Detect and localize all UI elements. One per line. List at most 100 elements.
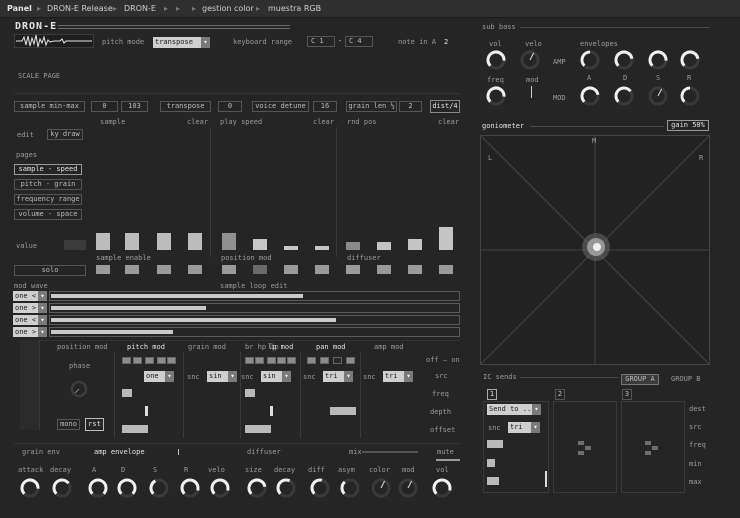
dist-button[interactable]: dist/4: [430, 100, 460, 113]
env-knob[interactable]: [149, 478, 169, 498]
enable-toggle[interactable]: [377, 265, 391, 274]
mix-slider[interactable]: [362, 451, 418, 453]
gain-button[interactable]: gain 50%: [667, 120, 709, 131]
sequencer-bar[interactable]: [315, 246, 329, 250]
env-knob[interactable]: [117, 478, 137, 498]
sb-mod-env-knob[interactable]: [580, 86, 600, 106]
env-knob[interactable]: [210, 478, 230, 498]
env-knob[interactable]: [88, 478, 108, 498]
off-on-toggle[interactable]: [320, 357, 329, 364]
grain-len-field[interactable]: 2: [399, 101, 422, 112]
pitch-freq-bar[interactable]: [122, 389, 132, 397]
breadcrumb-root[interactable]: Panel: [7, 4, 32, 13]
sequencer-bar[interactable]: [346, 242, 360, 250]
env-knob[interactable]: [20, 478, 40, 498]
env-knob[interactable]: [432, 478, 452, 498]
sample-min-field[interactable]: 0: [91, 101, 118, 112]
mod-wave-select[interactable]: one >: [13, 303, 47, 313]
sequencer-bar[interactable]: [253, 239, 267, 250]
sb-velo-knob[interactable]: [520, 50, 540, 70]
off-on-toggle[interactable]: [277, 357, 286, 364]
ic-max-bar[interactable]: [487, 477, 499, 485]
env-knob[interactable]: [398, 478, 418, 498]
enable-toggle[interactable]: [188, 265, 202, 274]
ic-min-bar[interactable]: [487, 459, 495, 467]
transpose-field[interactable]: 0: [218, 101, 242, 112]
sample-max-field[interactable]: 103: [121, 101, 148, 112]
clear-rndpos-button[interactable]: clear: [438, 118, 459, 127]
sb-amp-env-knob[interactable]: [614, 50, 634, 70]
note-in-value[interactable]: 2: [444, 38, 448, 47]
env-knob[interactable]: [276, 478, 296, 498]
ic-slot-3[interactable]: 3: [622, 389, 632, 400]
mono-button[interactable]: mono: [57, 419, 80, 430]
enable-toggle[interactable]: [284, 265, 298, 274]
clear-speed-button[interactable]: clear: [313, 118, 334, 127]
env-knob[interactable]: [52, 478, 72, 498]
breadcrumb-item[interactable]: DRON-E: [124, 4, 156, 13]
enable-toggle[interactable]: [157, 265, 171, 274]
breadcrumb-item[interactable]: muestra RGB: [268, 4, 321, 13]
sequencer-bar[interactable]: [377, 242, 391, 250]
group-a-tab[interactable]: GROUP A: [621, 374, 659, 385]
sb-mod-env-knob[interactable]: [648, 86, 668, 106]
mod-wave-select[interactable]: sin: [261, 371, 291, 382]
keyboard-high-field[interactable]: C 4: [345, 36, 373, 47]
sequencer-bar[interactable]: [125, 233, 139, 250]
phase-knob[interactable]: [70, 380, 88, 398]
sequencer-bar[interactable]: [157, 233, 171, 250]
sb-vol-knob[interactable]: [486, 50, 506, 70]
off-on-toggle[interactable]: [307, 357, 316, 364]
clear-sample-button[interactable]: clear: [187, 118, 208, 127]
lp-depth-marker[interactable]: [270, 406, 273, 416]
enable-toggle[interactable]: [96, 265, 110, 274]
sequencer-bar[interactable]: [222, 233, 236, 250]
sequencer-bar[interactable]: [96, 233, 110, 250]
off-on-toggle[interactable]: [287, 357, 296, 364]
group-b-tab[interactable]: GROUP B: [671, 375, 701, 384]
mod-wave-select[interactable]: one <: [13, 291, 47, 301]
page-button-pitch-grain[interactable]: pitch - grain: [14, 179, 82, 190]
off-on-toggle[interactable]: [157, 357, 166, 364]
sequencer-bar[interactable]: [408, 239, 422, 250]
page-button-volume-space[interactable]: volume - space: [14, 209, 82, 220]
enable-toggle[interactable]: [125, 265, 139, 274]
ky-draw-button[interactable]: ky draw: [47, 129, 83, 140]
sb-mod-env-knob[interactable]: [614, 86, 634, 106]
sb-mod-env-knob[interactable]: [680, 86, 700, 106]
pitch-offset-bar[interactable]: [122, 425, 148, 433]
env-knob[interactable]: [310, 478, 330, 498]
mod-wave-select[interactable]: one <: [13, 315, 47, 325]
off-on-toggle[interactable]: [346, 357, 355, 364]
off-on-toggle[interactable]: [267, 357, 276, 364]
sb-amp-env-knob[interactable]: [680, 50, 700, 70]
enable-toggle[interactable]: [439, 265, 453, 274]
breadcrumb-item[interactable]: DRON-E Release: [47, 4, 113, 13]
env-knob[interactable]: [247, 478, 267, 498]
send-to-select[interactable]: Send to ..: [487, 404, 541, 415]
sequencer-bar[interactable]: [439, 227, 453, 250]
off-on-toggle[interactable]: [333, 357, 342, 364]
sb-freq-knob[interactable]: [486, 86, 506, 106]
voice-detune-field[interactable]: 16: [313, 101, 337, 112]
mod-wave-select[interactable]: one >: [13, 327, 47, 337]
off-on-toggle[interactable]: [255, 357, 264, 364]
breadcrumb-item[interactable]: gestion color: [202, 4, 254, 13]
reset-button[interactable]: rst: [85, 418, 104, 431]
enable-toggle[interactable]: [253, 265, 267, 274]
ic-slot-1[interactable]: 1: [487, 389, 497, 400]
pitch-mode-select[interactable]: transpose: [153, 37, 210, 48]
sequencer-bar[interactable]: [284, 246, 298, 250]
off-on-toggle[interactable]: [167, 357, 176, 364]
lp-freq-bar[interactable]: [245, 389, 255, 397]
keyboard-low-field[interactable]: C 1: [307, 36, 335, 47]
pan-depth-bar[interactable]: [330, 407, 356, 415]
enable-toggle[interactable]: [222, 265, 236, 274]
lp-offset-bar[interactable]: [245, 425, 271, 433]
enable-toggle[interactable]: [315, 265, 329, 274]
mod-wave-select[interactable]: one: [144, 371, 174, 382]
sequencer-bar[interactable]: [188, 233, 202, 250]
sb-amp-env-knob[interactable]: [648, 50, 668, 70]
ic-wave-select[interactable]: tri: [508, 422, 540, 433]
solo-button[interactable]: solo: [14, 265, 86, 276]
